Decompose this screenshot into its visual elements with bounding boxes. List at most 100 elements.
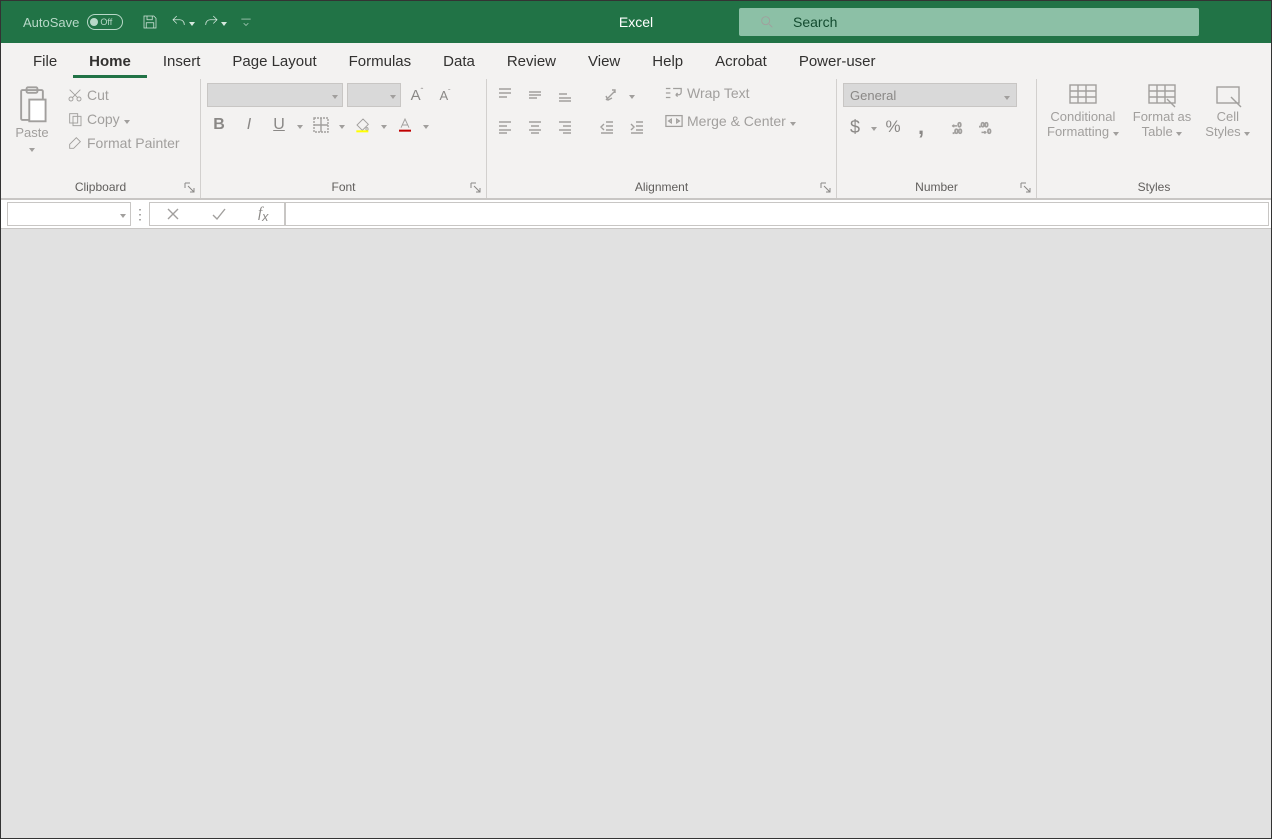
align-left-icon bbox=[497, 119, 513, 135]
tab-help[interactable]: Help bbox=[636, 45, 699, 78]
number-format-combo[interactable]: General bbox=[843, 83, 1017, 107]
fmt-l1: Format as bbox=[1133, 109, 1192, 124]
cell-styles-button[interactable]: Cell Styles bbox=[1201, 81, 1254, 141]
decrease-font-button[interactable]: Aˇ bbox=[433, 83, 457, 107]
fill-color-button[interactable] bbox=[351, 113, 375, 137]
tab-view[interactable]: View bbox=[572, 45, 636, 78]
format-painter-button[interactable]: Format Painter bbox=[63, 133, 184, 153]
font-size-combo[interactable] bbox=[347, 83, 401, 107]
dialog-launcher-icon[interactable] bbox=[469, 182, 483, 196]
borders-icon bbox=[313, 117, 329, 133]
enter-icon[interactable] bbox=[211, 207, 227, 221]
autosave-label: AutoSave bbox=[23, 15, 79, 30]
decrease-indent-icon bbox=[599, 119, 615, 135]
search-box[interactable]: Search bbox=[739, 8, 1199, 36]
dialog-launcher-icon[interactable] bbox=[819, 182, 833, 196]
chevron-down-icon bbox=[29, 140, 35, 155]
chevron-down-icon[interactable] bbox=[629, 86, 635, 104]
name-box[interactable] bbox=[7, 202, 131, 226]
dialog-launcher-icon[interactable] bbox=[183, 182, 197, 196]
borders-button[interactable] bbox=[309, 113, 333, 137]
accounting-format-button[interactable]: $ bbox=[843, 115, 867, 139]
font-color-button[interactable] bbox=[393, 113, 417, 137]
tab-home[interactable]: Home bbox=[73, 45, 147, 78]
chevron-down-icon[interactable] bbox=[381, 116, 387, 134]
group-alignment: Wrap Text Merge & Center Alignment bbox=[487, 79, 837, 198]
formula-bar: ⋮ fx bbox=[1, 199, 1271, 229]
chevron-down-icon[interactable] bbox=[297, 116, 303, 134]
align-bottom-icon bbox=[557, 87, 573, 103]
dialog-launcher-icon[interactable] bbox=[1019, 182, 1033, 196]
align-right-button[interactable] bbox=[553, 115, 577, 139]
autosave-toggle[interactable]: Off bbox=[87, 14, 123, 30]
align-top-button[interactable] bbox=[493, 83, 517, 107]
group-number: General $ % , ←0.00 .00→0 Number bbox=[837, 79, 1037, 198]
align-center-button[interactable] bbox=[523, 115, 547, 139]
bold-button[interactable]: B bbox=[207, 113, 231, 137]
paste-button[interactable]: Paste bbox=[7, 83, 57, 157]
conditional-formatting-button[interactable]: Conditional Formatting bbox=[1043, 81, 1123, 141]
decrease-decimal-icon: .00→0 bbox=[979, 119, 999, 135]
cut-button[interactable]: Cut bbox=[63, 85, 184, 105]
increase-decimal-button[interactable]: ←0.00 bbox=[949, 115, 973, 139]
underline-icon: U bbox=[273, 116, 285, 134]
group-label-number: Number bbox=[837, 176, 1036, 198]
customize-qat-button[interactable] bbox=[233, 9, 259, 35]
percent-format-button[interactable]: % bbox=[881, 115, 905, 139]
tab-page-layout[interactable]: Page Layout bbox=[216, 45, 332, 78]
quick-access-toolbar bbox=[137, 9, 259, 35]
cancel-icon[interactable] bbox=[166, 207, 180, 221]
align-middle-button[interactable] bbox=[523, 83, 547, 107]
increase-indent-button[interactable] bbox=[625, 115, 649, 139]
underline-button[interactable]: U bbox=[267, 113, 291, 137]
cond-l1: Conditional bbox=[1050, 109, 1115, 124]
chevron-down-icon[interactable] bbox=[871, 118, 877, 136]
cell-l1: Cell bbox=[1217, 109, 1239, 124]
decrease-indent-button[interactable] bbox=[595, 115, 619, 139]
wrap-text-button[interactable]: Wrap Text bbox=[661, 83, 800, 103]
tab-file[interactable]: File bbox=[17, 45, 73, 78]
formula-input[interactable] bbox=[285, 202, 1269, 226]
merge-center-button[interactable]: Merge & Center bbox=[661, 111, 800, 131]
conditional-formatting-icon bbox=[1068, 83, 1098, 109]
chevron-down-icon bbox=[124, 111, 130, 127]
comma-format-button[interactable]: , bbox=[909, 115, 933, 139]
tab-power-user[interactable]: Power-user bbox=[783, 45, 892, 78]
copy-button[interactable]: Copy bbox=[63, 109, 184, 129]
tab-acrobat[interactable]: Acrobat bbox=[699, 45, 783, 78]
title-bar: AutoSave Off Excel Search bbox=[1, 1, 1271, 43]
orientation-button[interactable] bbox=[599, 83, 623, 107]
save-button[interactable] bbox=[137, 9, 163, 35]
tab-review[interactable]: Review bbox=[491, 45, 572, 78]
scissors-icon bbox=[67, 87, 83, 103]
fx-icon[interactable]: fx bbox=[258, 205, 268, 224]
redo-button[interactable] bbox=[201, 9, 227, 35]
align-bottom-button[interactable] bbox=[553, 83, 577, 107]
clipboard-icon bbox=[11, 85, 53, 125]
tab-formulas[interactable]: Formulas bbox=[333, 45, 428, 78]
italic-button[interactable]: I bbox=[237, 113, 261, 137]
chevron-down-icon[interactable] bbox=[339, 116, 345, 134]
worksheet-area[interactable] bbox=[1, 229, 1271, 838]
increase-decimal-icon: ←0.00 bbox=[951, 119, 971, 135]
font-name-combo[interactable] bbox=[207, 83, 343, 107]
bold-icon: B bbox=[213, 116, 225, 134]
percent-icon: % bbox=[885, 117, 900, 137]
align-middle-icon bbox=[527, 87, 543, 103]
ribbon: Paste Cut Copy Format Painter bbox=[1, 79, 1271, 199]
tab-insert[interactable]: Insert bbox=[147, 45, 217, 78]
align-center-icon bbox=[527, 119, 543, 135]
undo-button[interactable] bbox=[169, 9, 195, 35]
dollar-icon: $ bbox=[850, 117, 860, 138]
align-left-button[interactable] bbox=[493, 115, 517, 139]
formula-bar-options[interactable]: ⋮ bbox=[131, 200, 149, 228]
autosave-control[interactable]: AutoSave Off bbox=[23, 14, 123, 30]
svg-text:.00: .00 bbox=[953, 129, 963, 135]
tab-data[interactable]: Data bbox=[427, 45, 491, 78]
chevron-down-icon bbox=[1113, 124, 1119, 139]
format-as-table-button[interactable]: Format as Table bbox=[1129, 81, 1196, 141]
chevron-down-icon[interactable] bbox=[423, 116, 429, 134]
chevron-down-icon bbox=[790, 113, 796, 129]
decrease-decimal-button[interactable]: .00→0 bbox=[977, 115, 1001, 139]
increase-font-button[interactable]: Aˆ bbox=[405, 83, 429, 107]
